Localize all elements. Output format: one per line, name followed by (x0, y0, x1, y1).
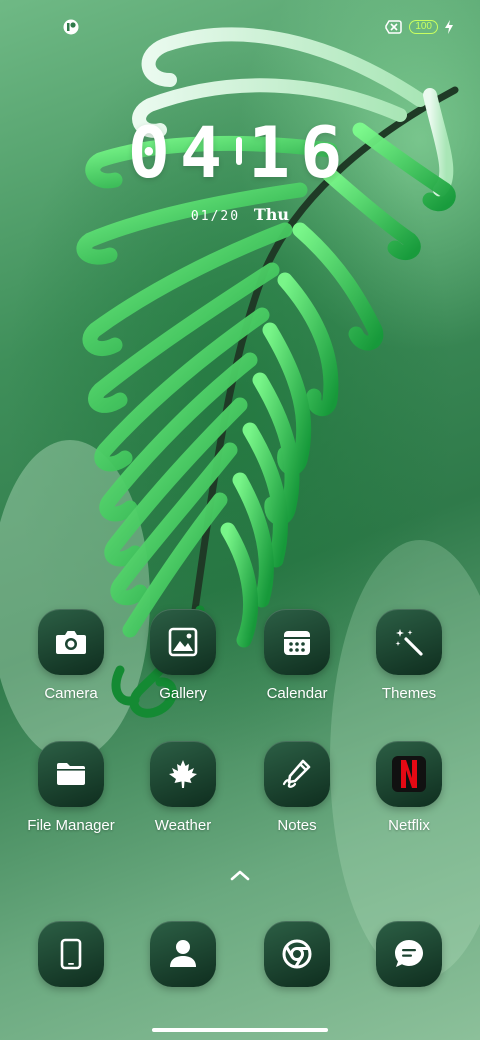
app-weather[interactable]: Weather (128, 741, 238, 834)
dock-messages[interactable] (354, 921, 464, 987)
chat-bubble-icon (395, 940, 423, 967)
app-label: Gallery (159, 685, 207, 702)
phone-icon (60, 938, 82, 970)
person-icon (170, 940, 196, 967)
gesture-nav-handle[interactable] (152, 1028, 328, 1032)
calendar-icon (284, 631, 310, 655)
app-label: Camera (44, 685, 98, 702)
app-tile (264, 921, 330, 987)
app-camera[interactable]: Camera (16, 609, 126, 702)
no-sim-icon (385, 20, 403, 34)
app-tile (38, 921, 104, 987)
app-themes[interactable]: Themes (354, 609, 464, 702)
camera-icon (56, 631, 86, 654)
app-tile (150, 741, 216, 807)
clock-hours: 04 (127, 112, 232, 194)
status-bar: 100 (0, 16, 480, 40)
app-file-manager[interactable]: File Manager (16, 741, 126, 834)
clock-separator (236, 136, 242, 165)
clock-minutes: 16 (248, 112, 353, 194)
app-tile (150, 921, 216, 987)
dock-phone[interactable] (16, 921, 126, 987)
battery-indicator: 100 (409, 20, 438, 34)
status-right-group: 100 (385, 20, 454, 34)
app-calendar[interactable]: Calendar (242, 609, 352, 702)
app-tile (264, 741, 330, 807)
app-label: Notes (277, 817, 317, 834)
lock-clock-date[interactable]: 01/20 Thu (0, 205, 480, 224)
app-netflix[interactable]: Netflix (354, 741, 464, 834)
folder-icon (57, 763, 85, 785)
app-tile (38, 609, 104, 675)
notification-badge-icon (63, 19, 79, 35)
maple-leaf-icon (169, 760, 197, 788)
app-drawer-chevron-icon[interactable] (229, 868, 251, 882)
magic-wand-icon (395, 629, 423, 656)
app-tile (150, 609, 216, 675)
app-label: Netflix (388, 817, 430, 834)
gallery-icon (168, 627, 198, 657)
bolt-icon (445, 20, 453, 34)
app-label: File Manager (27, 817, 115, 834)
app-tile (38, 741, 104, 807)
app-tile (376, 921, 442, 987)
dock-browser[interactable] (242, 921, 352, 987)
date-text: 01/20 (190, 209, 241, 224)
app-label: Weather (154, 817, 212, 834)
lock-clock-time[interactable]: 04 16 (0, 112, 480, 194)
netflix-icon (392, 756, 426, 792)
app-notes[interactable]: Notes (242, 741, 352, 834)
app-label: Themes (381, 685, 437, 702)
chrome-icon (282, 939, 312, 969)
app-tile (264, 609, 330, 675)
app-tile (376, 741, 442, 807)
dock-contacts[interactable] (128, 921, 238, 987)
app-label: Calendar (266, 685, 328, 702)
app-tile (376, 609, 442, 675)
pen-icon (282, 759, 311, 788)
day-text: Thu (253, 205, 290, 224)
app-gallery[interactable]: Gallery (128, 609, 238, 702)
